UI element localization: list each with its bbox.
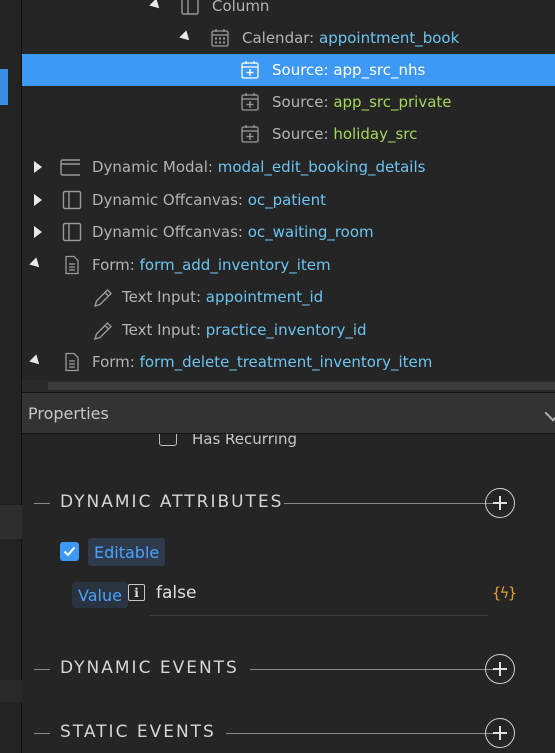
dynamic-events-section: DYNAMIC EVENTS bbox=[22, 650, 555, 690]
tree-row-dynamic-modal[interactable]: Dynamic Modal: modal_edit_booking_detail… bbox=[22, 151, 555, 183]
tree-row-value: appointment_book bbox=[319, 29, 460, 47]
column-icon bbox=[181, 0, 199, 15]
properties-panel: Has Recurring DYNAMIC ATTRIBUTES Editabl… bbox=[22, 434, 555, 753]
tree-row-value: app_src_nhs bbox=[333, 61, 426, 79]
plus-circle-icon[interactable] bbox=[485, 488, 515, 518]
plus-circle-icon[interactable] bbox=[485, 718, 515, 748]
expand-toggle[interactable] bbox=[32, 160, 44, 174]
tree-row-label: Source: bbox=[272, 93, 334, 111]
editable-attribute-label[interactable]: Editable bbox=[88, 538, 166, 566]
offcanvas-icon bbox=[62, 190, 82, 210]
tree-row-value: form_add_inventory_item bbox=[139, 256, 331, 274]
tree-row-value: oc_patient bbox=[247, 191, 327, 209]
left-panel-selection-marker bbox=[0, 69, 8, 105]
properties-title: Properties bbox=[28, 404, 109, 423]
section-divider bbox=[34, 733, 50, 734]
tree-row-calendar[interactable]: Calendar: appointment_book bbox=[22, 22, 555, 54]
tree-row-source-private[interactable]: Source: app_src_private bbox=[22, 86, 555, 118]
offcanvas-icon bbox=[62, 222, 82, 242]
pencil-icon bbox=[93, 289, 112, 307]
calendar-icon bbox=[211, 29, 229, 47]
section-divider bbox=[34, 669, 50, 670]
chevron-down-icon[interactable] bbox=[544, 404, 555, 422]
section-divider bbox=[250, 669, 499, 670]
dynamic-attributes-section: DYNAMIC ATTRIBUTES bbox=[22, 484, 555, 524]
tree-row-label: Text Input: bbox=[122, 288, 206, 306]
plus-circle-icon[interactable] bbox=[485, 654, 515, 684]
tree-row-offcanvas-patient[interactable]: Dynamic Offcanvas: oc_patient bbox=[22, 184, 555, 216]
tree-row-value: app_src_private bbox=[333, 93, 452, 111]
static-events-section: STATIC EVENTS bbox=[22, 714, 555, 753]
form-icon bbox=[65, 255, 79, 275]
tree-row-text-input-practice-inventory[interactable]: Text Input: practice_inventory_id bbox=[22, 314, 555, 346]
tree-row-label: Dynamic Offcanvas: bbox=[92, 191, 248, 209]
tree-row-label: Calendar: bbox=[242, 29, 320, 47]
expand-toggle[interactable] bbox=[29, 256, 43, 272]
tree-row-value: practice_inventory_id bbox=[205, 321, 367, 339]
structure-tree: Column Calendar: appointment_book Source… bbox=[22, 0, 555, 392]
tree-row-value: appointment_id bbox=[205, 288, 324, 306]
left-panel-strip bbox=[0, 0, 22, 753]
has-recurring-checkbox[interactable] bbox=[159, 434, 177, 446]
properties-panel-header[interactable]: Properties bbox=[22, 392, 555, 434]
tree-row-value: form_delete_treatment_inventory_item bbox=[139, 353, 433, 371]
expand-toggle[interactable] bbox=[179, 29, 193, 45]
tree-row-text-input-appointment[interactable]: Text Input: appointment_id bbox=[22, 281, 555, 313]
tree-row-form-delete-treatment[interactable]: Form: form_delete_treatment_inventory_it… bbox=[22, 346, 555, 378]
tree-row-label: Column bbox=[212, 0, 270, 15]
source-calendar-icon bbox=[241, 61, 259, 79]
lightning-icon[interactable]: {ϟ} bbox=[492, 584, 517, 602]
form-icon bbox=[65, 352, 79, 372]
tree-row-form-add-inventory[interactable]: Form: form_add_inventory_item bbox=[22, 249, 555, 281]
tree-row-value: modal_edit_booking_details bbox=[217, 158, 426, 176]
tree-row-label: Form: bbox=[92, 353, 140, 371]
tree-row-label: Dynamic Offcanvas: bbox=[92, 223, 248, 241]
section-divider bbox=[34, 503, 50, 504]
tree-row-value: oc_waiting_room bbox=[247, 223, 374, 241]
tree-row-column[interactable]: Column bbox=[22, 0, 555, 22]
tree-row-offcanvas-waiting-room[interactable]: Dynamic Offcanvas: oc_waiting_room bbox=[22, 216, 555, 248]
info-icon[interactable]: i bbox=[128, 584, 145, 601]
source-calendar-icon bbox=[241, 125, 259, 143]
tree-row-label: Dynamic Modal: bbox=[92, 158, 218, 176]
section-divider bbox=[226, 733, 499, 734]
tree-row-label: Form: bbox=[92, 256, 140, 274]
modal-icon bbox=[60, 159, 80, 176]
left-panel-band bbox=[0, 505, 22, 539]
value-label: Value bbox=[72, 582, 128, 608]
section-title: DYNAMIC EVENTS bbox=[60, 658, 239, 678]
section-title: STATIC EVENTS bbox=[60, 722, 216, 742]
expand-toggle[interactable] bbox=[32, 193, 44, 207]
tree-horizontal-scrollbar[interactable] bbox=[22, 380, 555, 392]
pencil-icon bbox=[93, 322, 112, 340]
section-title: DYNAMIC ATTRIBUTES bbox=[60, 492, 284, 512]
expand-toggle[interactable] bbox=[29, 353, 43, 369]
scrollbar-thumb[interactable] bbox=[48, 382, 555, 390]
tree-row-value: holiday_src bbox=[333, 125, 418, 143]
tree-row-label: Source: bbox=[272, 61, 334, 79]
has-recurring-label: Has Recurring bbox=[192, 434, 298, 448]
left-panel-band bbox=[0, 680, 22, 702]
tree-row-label: Text Input: bbox=[122, 321, 206, 339]
source-calendar-icon bbox=[241, 93, 259, 111]
editable-checkbox[interactable] bbox=[60, 542, 79, 561]
check-icon bbox=[63, 546, 76, 557]
tree-row-source-nhs[interactable]: Source: app_src_nhs bbox=[22, 54, 555, 86]
tree-row-label: Source: bbox=[272, 125, 334, 143]
value-input[interactable]: false bbox=[150, 580, 488, 616]
expand-toggle[interactable] bbox=[32, 225, 44, 239]
tree-row-source-holiday[interactable]: Source: holiday_src bbox=[22, 118, 555, 150]
section-divider bbox=[284, 503, 499, 504]
expand-toggle[interactable] bbox=[149, 0, 163, 13]
